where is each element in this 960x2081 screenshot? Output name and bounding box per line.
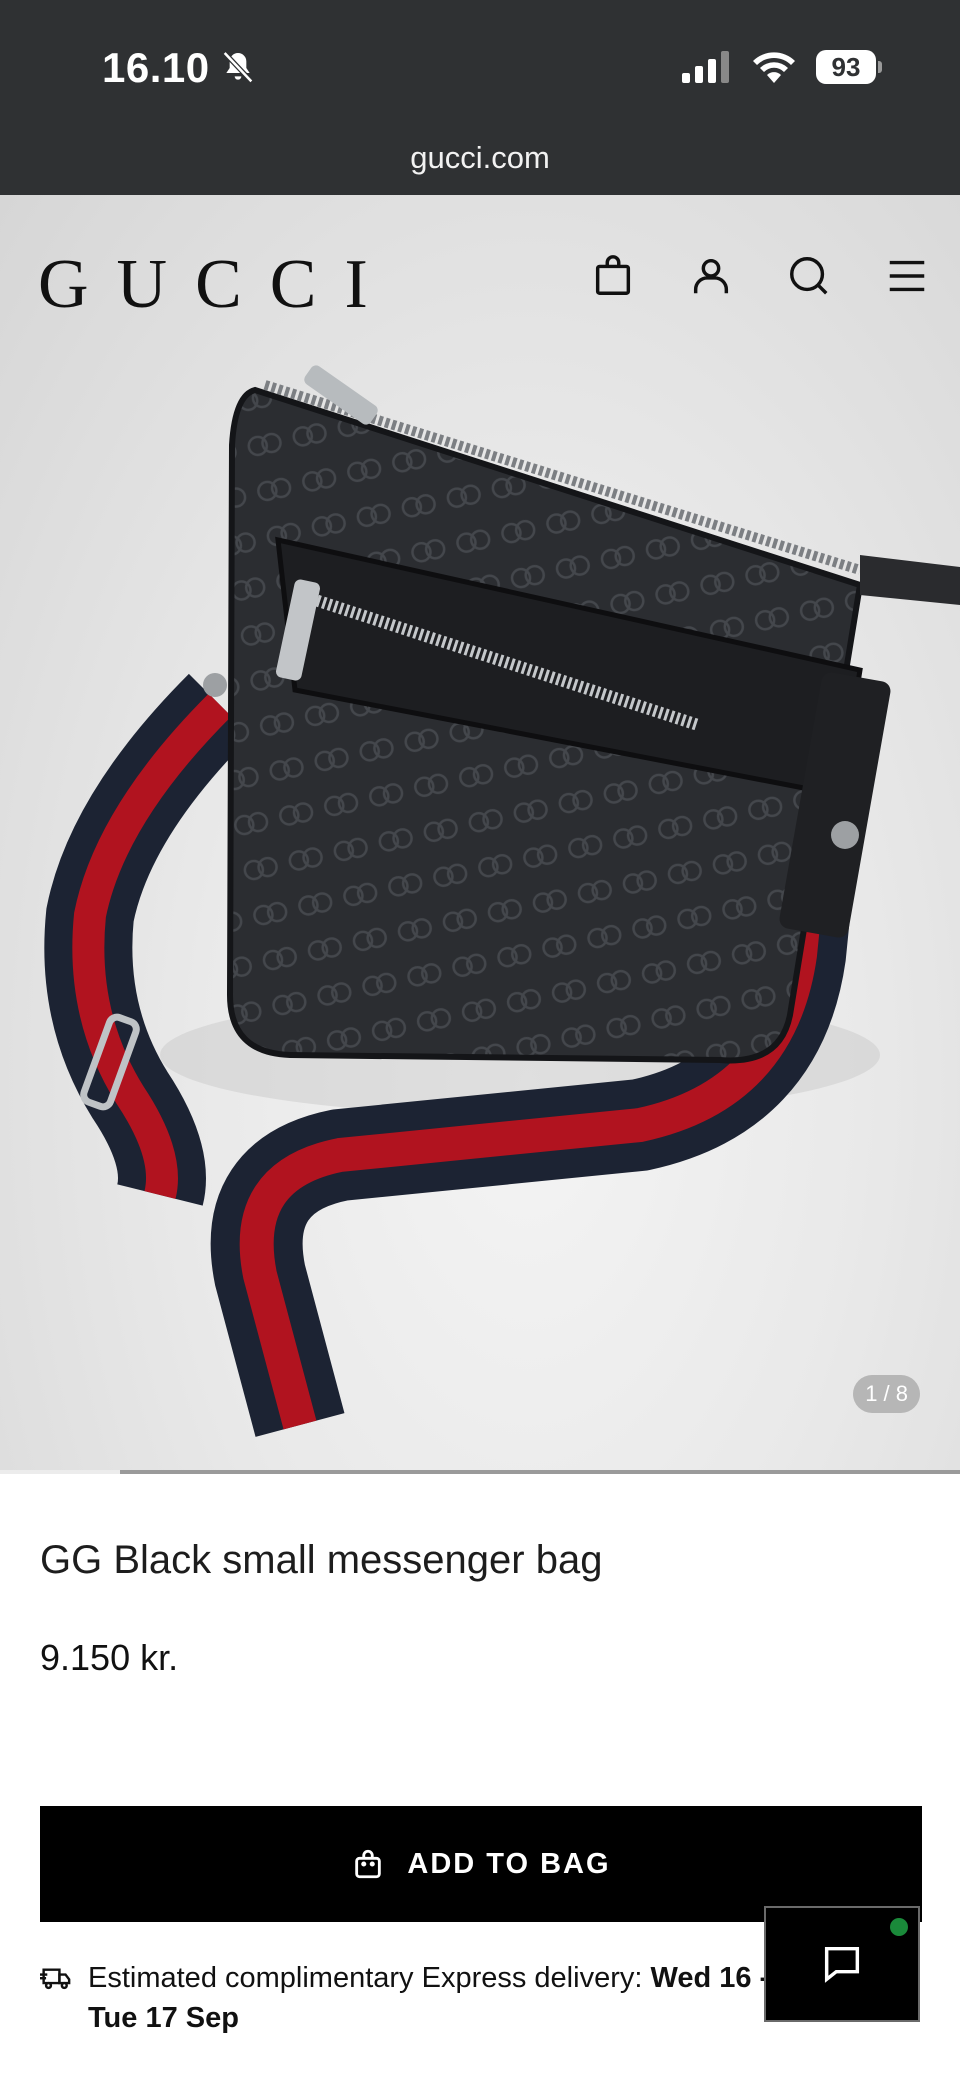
battery-level: 93 xyxy=(816,50,876,84)
gallery-counter: 1 / 8 xyxy=(853,1375,920,1413)
search-icon[interactable] xyxy=(786,253,832,299)
clock: 16.10 xyxy=(102,44,210,91)
gallery-progress-fill xyxy=(120,1470,960,1474)
product-image-gallery[interactable]: GUCCI 1 / 8 xyxy=(0,195,960,1470)
product-title: GG Black small messenger bag xyxy=(40,1538,603,1582)
status-bar: 16.10 93 gucci.com xyxy=(0,0,960,195)
header-actions xyxy=(590,253,930,299)
shopping-bag-icon xyxy=(355,1849,382,1879)
add-to-bag-button[interactable]: ADD TO BAG xyxy=(40,1806,922,1922)
delivery-prefix: Estimated complimentary Express delivery… xyxy=(88,1962,651,1994)
battery-icon: 93 xyxy=(816,50,882,84)
product-price: 9.150 kr. xyxy=(40,1637,179,1678)
delivery-text: Estimated complimentary Express delivery… xyxy=(88,1958,818,2038)
truck-icon xyxy=(40,1968,71,1990)
product-photo xyxy=(44,365,960,1437)
menu-icon[interactable] xyxy=(884,253,930,299)
status-indicators: 93 xyxy=(682,50,882,84)
address-bar-url[interactable]: gucci.com xyxy=(0,140,960,176)
battery-tip xyxy=(878,61,882,73)
bell-muted-icon xyxy=(222,51,253,84)
gallery-progress-track xyxy=(0,1470,960,1474)
wifi-icon xyxy=(753,52,795,83)
signal-icon xyxy=(682,51,729,83)
shopping-bag-icon[interactable] xyxy=(590,253,636,299)
add-to-bag-label: ADD TO BAG xyxy=(407,1847,611,1880)
chat-online-indicator xyxy=(890,1918,908,1936)
chat-button[interactable] xyxy=(764,1906,920,2022)
delivery-estimate: Estimated complimentary Express delivery… xyxy=(40,1958,818,2038)
chat-icon xyxy=(824,1946,860,1983)
account-icon[interactable] xyxy=(688,253,734,299)
status-time: 16.10 xyxy=(102,44,258,92)
brand-logo[interactable]: GUCCI xyxy=(38,245,396,325)
